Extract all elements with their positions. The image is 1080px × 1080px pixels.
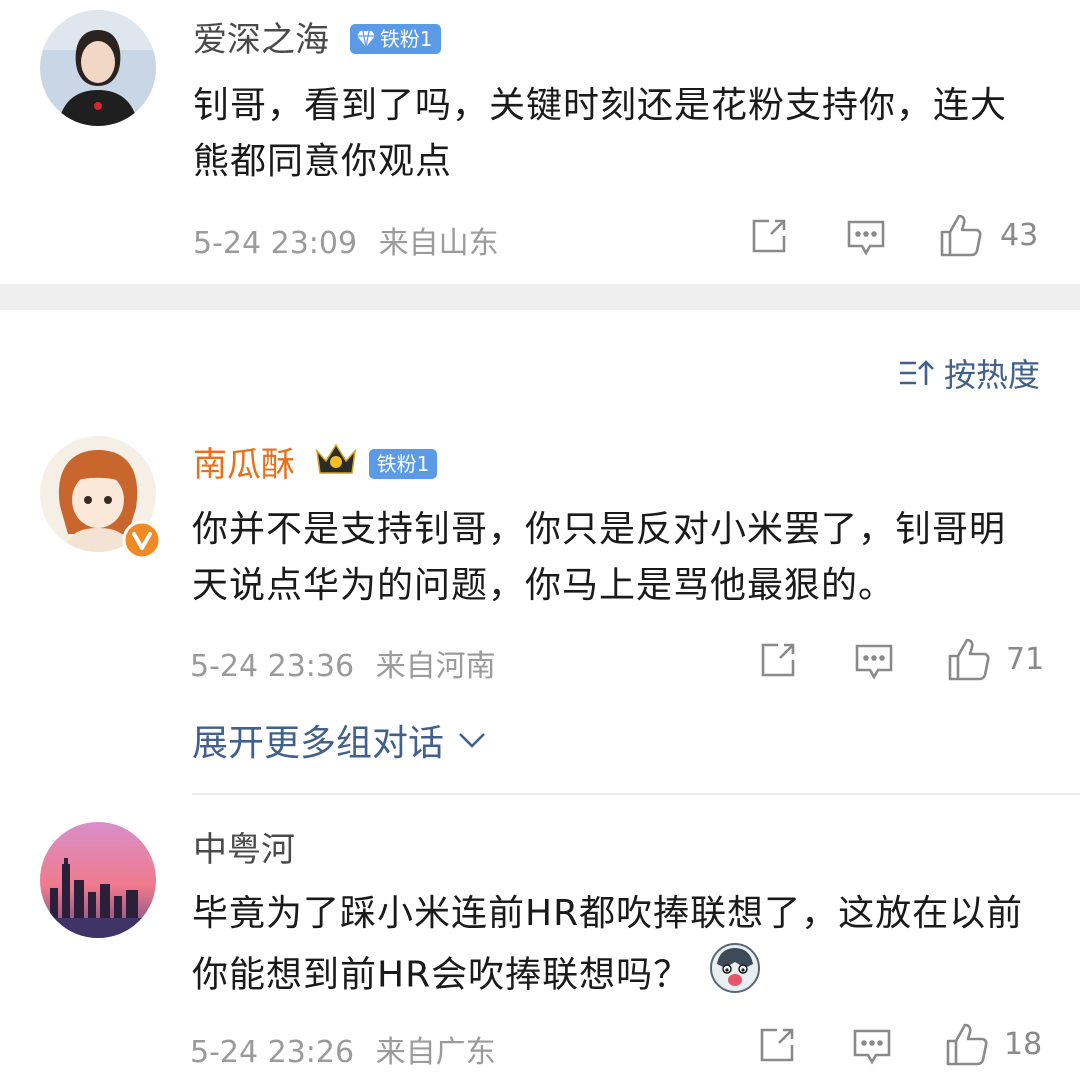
comment-meta: 5-24 23:09 来自山东 — [193, 226, 499, 261]
like-icon[interactable] — [939, 212, 983, 262]
username[interactable]: 中粤河 — [193, 830, 295, 870]
avatar[interactable] — [40, 436, 162, 560]
like-icon[interactable] — [947, 636, 991, 686]
comment-meta: 5-24 23:26 来自广东 — [190, 1035, 496, 1070]
husky-emoji-icon — [709, 942, 761, 1011]
sort-icon — [899, 360, 934, 385]
reply-divider — [192, 793, 1080, 795]
diamond-icon — [356, 30, 375, 47]
avatar[interactable] — [40, 10, 156, 126]
chevron-down-icon — [459, 733, 485, 748]
share-icon[interactable] — [758, 640, 798, 684]
comment-text: 你并不是支持钊哥，你只是反对小米罢了，钊哥明天说点华为的问题，你马上是骂他最狠的… — [192, 509, 1007, 606]
fan-badge[interactable]: 铁粉1 — [349, 23, 441, 54]
comment-text: 钊哥，看到了吗，关键时刻还是花粉支持你，连大熊都同意你观点 — [193, 85, 1008, 182]
share-icon[interactable] — [749, 216, 789, 260]
reply-icon[interactable] — [851, 1027, 893, 1071]
avatar[interactable] — [40, 822, 156, 938]
like-count: 43 — [1000, 218, 1039, 253]
comment-meta: 5-24 23:36 来自河南 — [190, 649, 496, 684]
fan-badge[interactable]: 铁粉1 — [368, 448, 438, 479]
section-divider — [0, 284, 1080, 310]
expand-conversations-link[interactable]: 展开更多组对话 — [192, 714, 486, 766]
verified-icon — [122, 520, 162, 560]
crown-icon — [314, 441, 358, 486]
comment-text: 毕竟为了踩小米连前HR都吹捧联想了，这放在以前你能想到前HR会吹捧联想吗？ — [192, 886, 1042, 1011]
username[interactable]: 爱深之海 铁粉1 — [193, 20, 441, 60]
reply-icon[interactable] — [853, 642, 895, 686]
share-icon[interactable] — [757, 1025, 797, 1069]
like-count: 71 — [1006, 642, 1045, 677]
username[interactable]: 南瓜酥 铁粉1 — [193, 441, 438, 489]
like-icon[interactable] — [945, 1021, 989, 1071]
sort-button[interactable]: 按热度 — [898, 350, 1040, 396]
like-count: 18 — [1004, 1027, 1043, 1062]
reply-icon[interactable] — [845, 218, 887, 262]
